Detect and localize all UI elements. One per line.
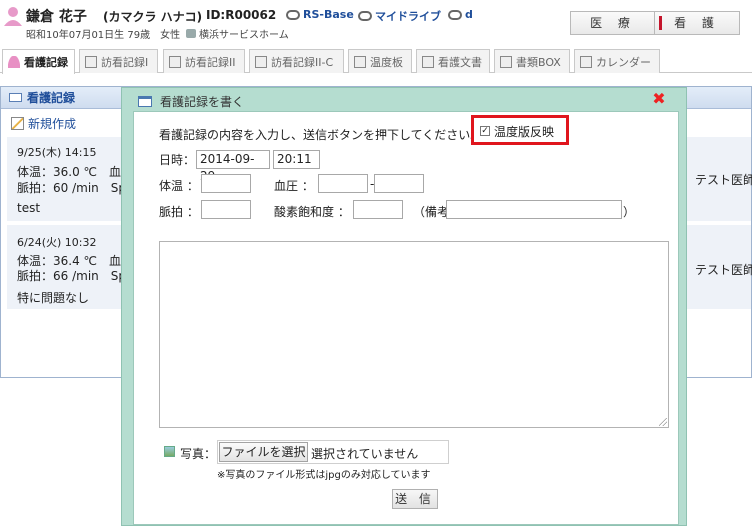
blood-pressure-low-input[interactable]: [374, 174, 424, 193]
tab-nursing-record[interactable]: 看護記録: [2, 49, 75, 74]
pencil-icon: [11, 116, 24, 130]
pulse-label: 脈拍 ：: [159, 205, 199, 219]
date-label: 日時：: [159, 153, 196, 167]
reflect-checkbox-highlight: ✓ 温度版反映: [471, 115, 569, 145]
tab-temperature-board[interactable]: 温度板: [348, 49, 412, 73]
tab-visit-record-1[interactable]: 訪看記録I: [79, 49, 158, 73]
calendar-icon: [580, 55, 592, 68]
patient-header: 鎌倉 花子 (カマクラ ハナコ) ID:R00062 RS-Base マイドライ…: [0, 0, 752, 44]
reflect-checkbox-label[interactable]: 温度版反映: [494, 123, 554, 140]
edit-icon: [169, 55, 181, 68]
date-input[interactable]: 2014-09-29: [196, 150, 270, 183]
mail-icon: [9, 93, 22, 102]
medical-button[interactable]: 医 療: [570, 11, 656, 35]
patient-facility: 横浜サービスホーム: [186, 26, 289, 41]
record-content-textarea[interactable]: [159, 241, 669, 428]
photo-format-note: ※写真のファイル形式はjpgのみ対応しています: [217, 470, 431, 481]
panel-title: 看護記録: [27, 91, 76, 105]
record-doctor: テスト医師: [695, 263, 752, 277]
tab-visit-record-2[interactable]: 訪看記録II: [163, 49, 245, 73]
record-datetime: 9/25(木) 14:15: [17, 146, 97, 159]
photo-label: 写真：: [180, 447, 217, 461]
file-status: 選択されていません: [311, 447, 419, 461]
pdf-icon: [422, 55, 434, 68]
nursing-button[interactable]: 看 護: [654, 11, 740, 35]
record-vitals-line2: 脈拍：60 /min Sp: [17, 181, 126, 195]
instruction-text: 看護記録の内容を入力し、送信ボタンを押下してください。: [159, 128, 483, 142]
spo2-label: 酸素飽和度 ：: [274, 205, 350, 219]
my-drive-link[interactable]: マイドライブ: [358, 8, 441, 24]
record-datetime: 6/24(火) 10:32: [17, 236, 97, 249]
remarks-input[interactable]: [446, 200, 622, 219]
close-icon[interactable]: ✖: [651, 91, 667, 107]
record-vitals-line1: 体温：36.0 ℃ 血圧: [17, 165, 134, 179]
choose-file-button[interactable]: ファイルを選択: [219, 442, 308, 462]
user-icon: [8, 56, 20, 68]
rs-base-link[interactable]: RS-Base: [286, 8, 354, 21]
blood-pressure-high-input[interactable]: [318, 174, 368, 193]
pulse-input[interactable]: [201, 200, 251, 219]
record-vitals-line2: 脈拍：66 /min Sp: [17, 269, 126, 283]
document-icon: [85, 55, 97, 68]
remarks-close: ）: [623, 205, 636, 219]
temperature-input[interactable]: [201, 174, 251, 193]
box-icon: [500, 55, 512, 68]
record-doctor: テスト医師: [695, 173, 752, 187]
link-icon: [448, 9, 462, 20]
link-icon: [358, 11, 372, 21]
patient-kana: (カマクラ ハナコ): [103, 10, 203, 24]
new-record-button[interactable]: 新規作成: [11, 113, 76, 133]
tab-bar: 看護記録 訪看記録I 訪看記録II 訪看記録II-C 温度板 看護文書 書類BO…: [0, 47, 752, 74]
tab-visit-record-2c[interactable]: 訪看記録II-C: [249, 49, 344, 73]
patient-name: 鎌倉 花子: [26, 9, 87, 25]
edit-icon: [354, 55, 366, 68]
edit-icon: [255, 55, 267, 68]
record-note: test: [17, 201, 41, 215]
active-marker: [659, 16, 662, 30]
patient-birth-info: 昭和10年07月01日生 79歳 女性: [26, 30, 181, 41]
patient-id: ID:R00062: [206, 8, 277, 22]
patient-avatar-icon: [4, 7, 22, 26]
temperature-label: 体温 ：: [159, 179, 199, 193]
facility-icon: [186, 29, 196, 38]
tab-document-box[interactable]: 書類BOX: [494, 49, 570, 73]
window-icon: [138, 96, 152, 107]
spo2-input[interactable]: [353, 200, 403, 219]
blood-pressure-label: 血圧 ：: [274, 179, 314, 193]
dialog-body: 看護記録の内容を入力し、送信ボタンを押下してください。 ✓ 温度版反映 日時： …: [133, 111, 679, 525]
photo-icon: [164, 446, 175, 457]
record-note: 特に問題なし: [17, 291, 90, 305]
time-input[interactable]: 20:11: [273, 150, 320, 169]
write-record-dialog: 看護記録を書く ✖ 看護記録の内容を入力し、送信ボタンを押下してください。 ✓ …: [121, 87, 687, 526]
send-button[interactable]: 送 信: [392, 489, 438, 509]
resize-handle-icon[interactable]: [659, 418, 667, 426]
link-icon: [286, 9, 300, 20]
dialog-title: 看護記録を書く: [138, 93, 244, 110]
remarks-label: （備考: [413, 205, 450, 219]
tab-nursing-documents[interactable]: 看護文書: [416, 49, 490, 73]
d-link[interactable]: d: [448, 8, 473, 21]
reflect-checkbox[interactable]: ✓: [480, 126, 490, 136]
tab-calendar[interactable]: カレンダー: [574, 49, 660, 73]
